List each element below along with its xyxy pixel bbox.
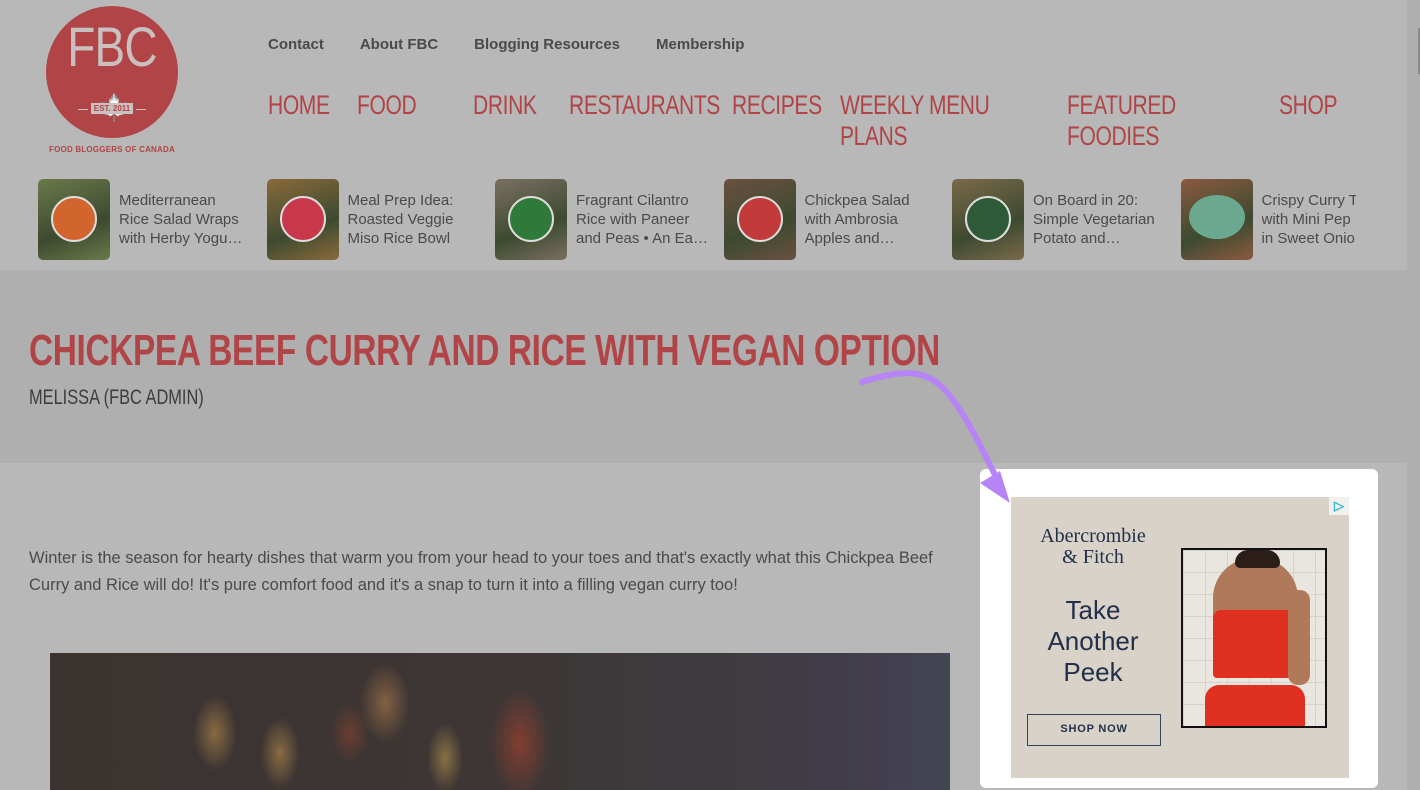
carousel-card[interactable]: Crispy Curry Twith Mini Pep in Sweet Onio: [1180, 179, 1357, 261]
ad-brand-line: Abercrombie: [1040, 525, 1146, 547]
main-nav-home[interactable]: HOME: [268, 90, 357, 152]
carousel-title[interactable]: On Board in 20: Simple Vegetarian Potato a…: [1033, 191, 1173, 261]
ad-headline-line: Another: [1047, 626, 1139, 656]
main-nav-recipes[interactable]: RECIPES: [732, 90, 840, 152]
logo-text: FBC: [67, 15, 157, 78]
main-nav-drink[interactable]: DRINK: [473, 90, 569, 152]
ad-headline-line: Peek: [1063, 657, 1123, 687]
main-nav: HOME FOOD DRINK RESTAURANTS RECIPES WEEK…: [268, 90, 1349, 152]
main-nav-restaurants[interactable]: RESTAURANTS: [569, 90, 732, 152]
thumbnail-plate: [1188, 195, 1245, 239]
thumbnail-badge: [508, 196, 554, 242]
site-header: FBC 🍁 EST. 2011 FOOD BLOGGERS OF CANADA …: [0, 0, 1407, 270]
carousel-thumbnail[interactable]: [266, 179, 339, 260]
carousel-card[interactable]: Meal Prep Idea: Roasted Veggie Miso Rice B…: [266, 179, 495, 261]
thumbnail-badge: [51, 196, 97, 242]
ad-model-photo: [1181, 548, 1327, 728]
carousel-thumbnail[interactable]: [952, 179, 1024, 260]
thumbnail-badge: [736, 196, 783, 242]
carousel-thumbnail[interactable]: [1180, 179, 1253, 260]
top-nav-membership[interactable]: Membership: [656, 36, 744, 53]
carousel-title[interactable]: Meal Prep Idea: Roasted Veggie Miso Rice B…: [348, 191, 488, 261]
ad-brand-logo: Abercrombie & Fitch: [1031, 526, 1155, 568]
top-nav-about[interactable]: About FBC: [360, 36, 438, 53]
main-nav-shop[interactable]: SHOP: [1279, 90, 1349, 152]
carousel-title[interactable]: Chickpea Salad with Ambrosia Apples and…: [805, 191, 945, 261]
carousel-card[interactable]: Mediterranean Rice Salad Wraps with Herby …: [38, 179, 266, 261]
carousel-title[interactable]: Mediterranean Rice Salad Wraps with Herby …: [119, 191, 259, 261]
page-scrollbar[interactable]: [1407, 0, 1420, 790]
main-nav-featured-foodies[interactable]: FEATURED FOODIES: [1067, 90, 1279, 152]
carousel-card[interactable]: Chickpea Salad with Ambrosia Apples and…: [723, 179, 952, 261]
carousel-thumbnail[interactable]: [38, 179, 110, 260]
ad-choices-icon[interactable]: ▷: [1329, 497, 1349, 515]
advertisement[interactable]: ▷ Abercrombie & Fitch Take Another Peek …: [1011, 497, 1349, 778]
main-nav-food[interactable]: FOOD: [357, 90, 473, 152]
ad-brand-line: & Fitch: [1062, 546, 1124, 568]
post-intro: Winter is the season for hearty dishes t…: [29, 549, 933, 594]
post-author[interactable]: MELISSA (FBC ADMIN): [29, 386, 204, 410]
top-nav: Contact About FBC Blogging Resources Mem…: [268, 36, 780, 53]
carousel-title[interactable]: Crispy Curry Twith Mini Pep in Sweet Onio: [1262, 191, 1357, 261]
carousel-thumbnail[interactable]: [723, 179, 796, 260]
logo-caption: FOOD BLOGGERS OF CANADA: [49, 145, 175, 154]
ad-shop-now-button[interactable]: SHOP NOW: [1027, 714, 1161, 746]
main-nav-weekly-menu-plans[interactable]: WEEKLY MENU PLANS: [840, 90, 1067, 152]
ad-headline-line: Take: [1065, 595, 1121, 625]
carousel-title[interactable]: Fragrant Cilantro Rice with Paneer and Pea…: [576, 191, 716, 261]
ad-headline: Take Another Peek: [1029, 595, 1157, 688]
carousel-card[interactable]: On Board in 20: Simple Vegetarian Potato a…: [952, 179, 1180, 261]
recipe-carousel: Mediterranean Rice Salad Wraps with Herby …: [38, 179, 1356, 261]
post-title: CHICKPEA BEEF CURRY AND RICE WITH VEGAN …: [29, 326, 940, 375]
top-nav-contact[interactable]: Contact: [268, 36, 324, 53]
carousel-card[interactable]: Fragrant Cilantro Rice with Paneer and Pea…: [495, 179, 723, 261]
site-logo[interactable]: FBC 🍁 EST. 2011 FOOD BLOGGERS OF CANADA: [46, 6, 178, 156]
thumbnail-badge: [965, 196, 1011, 242]
post-hero-image: [50, 653, 950, 790]
logo-established: EST. 2011: [46, 103, 178, 114]
thumbnail-badge: [279, 196, 326, 242]
carousel-thumbnail[interactable]: [495, 179, 567, 260]
top-nav-blogging-resources[interactable]: Blogging Resources: [474, 36, 620, 53]
